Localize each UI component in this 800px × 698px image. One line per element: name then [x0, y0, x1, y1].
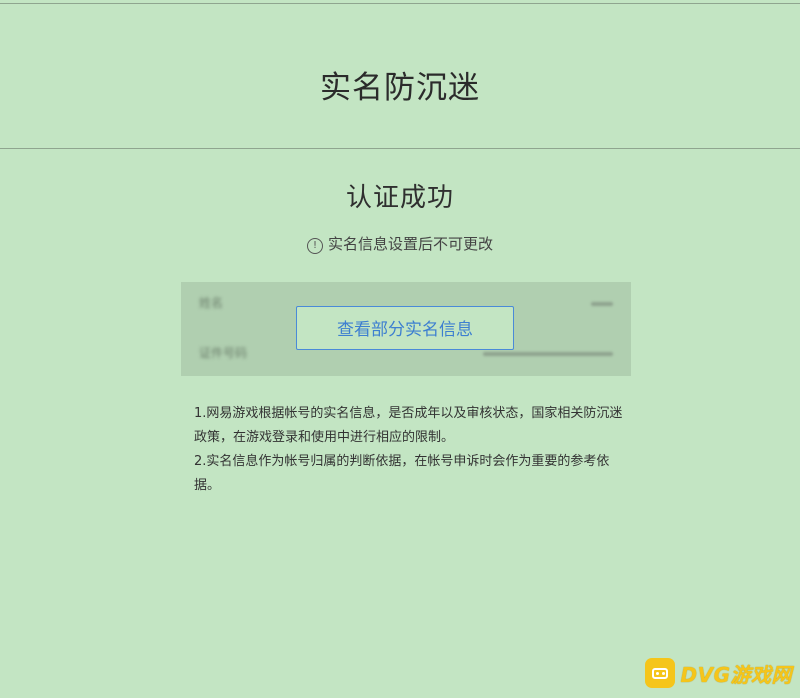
- note-item: 2.实名信息作为帐号归属的判断依据，在帐号申诉时会作为重要的参考依据。: [194, 454, 610, 493]
- id-number-label: 证件号码: [199, 346, 248, 360]
- page-title: 实名防沉迷: [320, 70, 480, 106]
- watermark: DVG游戏网: [644, 654, 793, 692]
- notice-text: 实名信息设置后不可更改: [327, 235, 493, 253]
- watermark-text: DVG游戏网: [680, 662, 792, 687]
- name-value-masked: [591, 302, 613, 306]
- name-label: 姓名: [199, 296, 224, 310]
- info-icon: !: [306, 238, 323, 254]
- status-title: 认证成功: [345, 183, 454, 213]
- notice-line: ! 实名信息设置后不可更改: [0, 233, 800, 255]
- notes: 1.网易游戏根据帐号的实名信息，是否成年以及审核状态，国家相关防沉迷政策，在游戏…: [194, 402, 624, 498]
- id-number-value-masked: [483, 352, 613, 356]
- gamepad-icon: [644, 658, 675, 688]
- note-item: 1.网易游戏根据帐号的实名信息，是否成年以及审核状态，国家相关防沉迷政策，在游戏…: [194, 406, 623, 445]
- view-partial-info-button[interactable]: 查看部分实名信息: [296, 306, 514, 350]
- page-header: 实名防沉迷: [0, 4, 800, 149]
